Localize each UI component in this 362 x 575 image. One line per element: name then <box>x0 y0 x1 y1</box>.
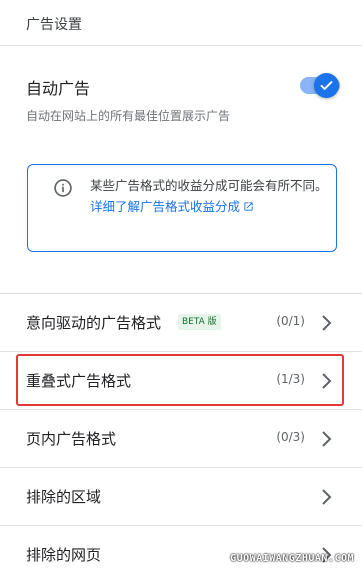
external-link-icon <box>244 202 253 211</box>
chevron-right-icon <box>322 431 332 447</box>
settings-header: 广告设置 <box>0 0 362 46</box>
row-label: 排除的区域 <box>26 488 102 506</box>
watermark: GUOWAIWANGZHUAN.COM <box>230 553 354 564</box>
row-count: (0/3) <box>276 430 305 444</box>
row-intent-driven-formats[interactable]: 意向驱动的广告格式 BETA 版 (0/1) <box>0 294 362 352</box>
auto-ads-title: 自动广告 <box>26 79 91 98</box>
row-excluded-areas[interactable]: 排除的区域 <box>0 468 362 526</box>
chevron-right-icon <box>322 489 332 505</box>
info-text: 某些广告格式的收益分成可能会有所不同。 <box>90 178 328 193</box>
row-excluded-pages[interactable]: 排除的网页 <box>0 526 362 575</box>
auto-ads-toggle[interactable] <box>300 71 342 99</box>
revenue-share-link[interactable]: 详细了解广告格式收益分成 <box>90 199 254 214</box>
row-label: 页内广告格式 <box>26 430 117 448</box>
row-count: (0/1) <box>276 314 305 328</box>
check-icon <box>320 81 333 90</box>
info-text-block: 某些广告格式的收益分成可能会有所不同。 详细了解广告格式收益分成 <box>90 175 330 217</box>
info-box: 某些广告格式的收益分成可能会有所不同。 详细了解广告格式收益分成 <box>27 164 337 252</box>
beta-badge: BETA 版 <box>178 314 221 330</box>
info-icon <box>54 179 72 197</box>
row-label: 意向驱动的广告格式 <box>26 314 162 332</box>
highlight-box <box>16 354 344 406</box>
row-in-page-formats[interactable]: 页内广告格式 (0/3) <box>0 410 362 468</box>
row-label: 排除的网页 <box>26 546 102 564</box>
chevron-right-icon <box>322 315 332 331</box>
toggle-knob <box>314 73 339 98</box>
page-title: 广告设置 <box>26 17 82 33</box>
revenue-share-link-label: 详细了解广告格式收益分成 <box>90 199 241 214</box>
auto-ads-description: 自动在网站上的所有最佳位置展示广告 <box>26 109 231 123</box>
